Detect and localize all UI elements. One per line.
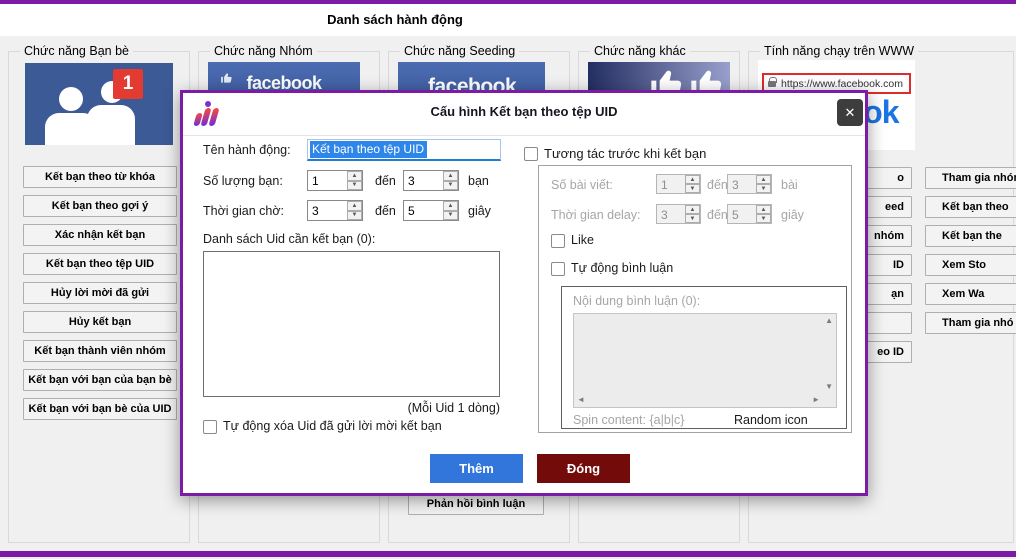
wait-from-stepper[interactable]: 3 ▲▼ — [307, 200, 363, 221]
config-dialog: Cấu hình Kết bạn theo tệp UID ✕ Tên hành… — [180, 90, 868, 496]
groupbox-friends-title: Chức năng Bạn bè — [20, 44, 133, 58]
posts-unit: bài — [781, 178, 798, 192]
groupbox-seeding-title: Chức năng Seeding — [400, 44, 519, 58]
close-button[interactable]: ✕ — [837, 99, 863, 126]
add-button[interactable]: Thêm — [430, 454, 523, 483]
friend-request-image: 1 — [25, 63, 173, 145]
spin-hint: Spin content: {a|b|c} — [573, 413, 684, 427]
action-name-value: Kết bạn theo tệp UID — [310, 141, 427, 158]
close-dialog-button[interactable]: Đóng — [537, 454, 630, 483]
spin-up-icon[interactable]: ▲ — [756, 205, 771, 214]
delay-from-stepper[interactable]: 3 ▲▼ — [656, 204, 701, 224]
interact-before-label: Tương tác trước khi kết bạn — [544, 146, 706, 161]
interact-before-checkbox[interactable] — [524, 147, 538, 161]
button-ket-ban-the[interactable]: Kết bạn the — [925, 225, 1016, 247]
spin-up-icon[interactable]: ▲ — [347, 201, 362, 211]
spin-down-icon[interactable]: ▼ — [347, 211, 362, 221]
button-ket-ban-voi-ban-cua-ban-be[interactable]: Kết bạn với bạn của bạn bè — [23, 369, 177, 391]
delay-label: Thời gian delay: — [551, 208, 641, 222]
spin-down-icon[interactable]: ▼ — [685, 214, 700, 223]
like-label: Like — [571, 233, 594, 247]
bottom-accent-bar — [0, 551, 1016, 557]
random-icon-label: Random icon — [734, 413, 808, 427]
friend-count-label: Số lượng bạn: — [203, 174, 283, 188]
person-icon — [59, 87, 83, 111]
spin-down-icon[interactable]: ▼ — [347, 181, 362, 191]
spin-down-icon[interactable]: ▼ — [756, 214, 771, 223]
to-word: đến — [375, 204, 396, 218]
dialog-title: Cấu hình Kết bạn theo tệp UID — [183, 104, 865, 119]
lock-icon — [768, 81, 776, 87]
posts-label: Số bài viết: — [551, 178, 613, 192]
comment-label: Nội dung bình luận (0): — [573, 294, 700, 308]
scroll-right-icon[interactable]: ► — [812, 396, 820, 404]
wait-unit: giây — [468, 204, 491, 218]
button-ket-ban-voi-ban-be-cua-uid[interactable]: Kết bạn với bạn bè của UID — [23, 398, 177, 420]
auto-delete-checkbox[interactable] — [203, 420, 217, 434]
wait-to-stepper[interactable]: 5 ▲▼ — [403, 200, 459, 221]
spin-up-icon[interactable]: ▲ — [347, 171, 362, 181]
button-ket-ban-theo-tu-khoa[interactable]: Kết bạn theo từ khóa — [23, 166, 177, 188]
button-xac-nhan-ket-ban[interactable]: Xác nhận kết bạn — [23, 224, 177, 246]
posts-to-stepper[interactable]: 3 ▲▼ — [727, 174, 772, 194]
groupbox-www-title: Tính năng chạy trên WWW — [760, 44, 918, 58]
comment-groupbox: Nội dung bình luận (0): ▲ ▼ ◄ ► Spin con… — [561, 286, 847, 429]
comment-textarea[interactable]: ▲ ▼ ◄ ► — [573, 313, 837, 408]
button-phan-hoi-binh-luan[interactable]: Phản hồi bình luận — [408, 493, 544, 515]
action-name-label: Tên hành động: — [203, 143, 291, 157]
button-tham-gia-nhom[interactable]: Tham gia nhóm — [925, 167, 1016, 189]
auto-delete-label: Tự động xóa Uid đã gửi lời mời kết bạn — [223, 419, 442, 433]
uid-hint: (Mỗi Uid 1 dòng) — [203, 401, 500, 415]
spin-down-icon[interactable]: ▼ — [443, 181, 458, 191]
to-word: đến — [707, 208, 728, 222]
page-title: Danh sách hành động — [0, 12, 790, 27]
auto-comment-checkbox[interactable] — [551, 262, 565, 276]
scroll-down-icon[interactable]: ▼ — [825, 383, 833, 391]
button-ket-ban-theo[interactable]: Kết bạn theo — [925, 196, 1016, 218]
friend-unit: bạn — [468, 174, 489, 188]
groupbox-khac-title: Chức năng khác — [590, 44, 690, 58]
button-xem-story[interactable]: Xem Sto — [925, 254, 1016, 276]
action-name-input[interactable]: Kết bạn theo tệp UID — [307, 139, 501, 161]
person-body-icon — [45, 113, 97, 145]
scroll-up-icon[interactable]: ▲ — [825, 317, 833, 325]
like-checkbox[interactable] — [551, 234, 565, 248]
scroll-left-icon[interactable]: ◄ — [577, 396, 585, 404]
spin-down-icon[interactable]: ▼ — [443, 211, 458, 221]
delay-unit: giây — [781, 208, 804, 222]
uid-list-textarea[interactable] — [203, 251, 500, 397]
to-word: đến — [375, 174, 396, 188]
button-ket-ban-theo-goi-y[interactable]: Kết bạn theo gợi ý — [23, 195, 177, 217]
friend-count-to-stepper[interactable]: 3 ▲▼ — [403, 170, 459, 191]
spin-up-icon[interactable]: ▲ — [756, 175, 771, 184]
button-ket-ban-theo-tep-uid[interactable]: Kết bạn theo tệp UID — [23, 253, 177, 275]
delay-to-stepper[interactable]: 5 ▲▼ — [727, 204, 772, 224]
url-text: https://www.facebook.com — [781, 78, 903, 90]
friend-count-from-stepper[interactable]: 1 ▲▼ — [307, 170, 363, 191]
spin-up-icon[interactable]: ▲ — [443, 171, 458, 181]
spin-up-icon[interactable]: ▲ — [685, 205, 700, 214]
spin-up-icon[interactable]: ▲ — [685, 175, 700, 184]
spin-down-icon[interactable]: ▼ — [685, 184, 700, 193]
notification-badge: 1 — [113, 69, 143, 99]
thumb-up-icon — [220, 71, 234, 85]
button-huy-ket-ban[interactable]: Hủy kết bạn — [23, 311, 177, 333]
groupbox-nhom-title: Chức năng Nhóm — [210, 44, 317, 58]
auto-comment-label: Tự động bình luận — [571, 261, 673, 275]
to-word: đến — [707, 178, 728, 192]
spin-up-icon[interactable]: ▲ — [443, 201, 458, 211]
posts-from-stepper[interactable]: 1 ▲▼ — [656, 174, 701, 194]
spin-down-icon[interactable]: ▼ — [756, 184, 771, 193]
title-separator — [183, 135, 865, 136]
uid-list-label: Danh sách Uid cần kết bạn (0): — [203, 232, 375, 246]
button-ket-ban-thanh-vien-nhom[interactable]: Kết bạn thành viên nhóm — [23, 340, 177, 362]
button-huy-loi-moi-da-gui[interactable]: Hủy lời mời đã gửi — [23, 282, 177, 304]
button-xem-wall[interactable]: Xem Wa — [925, 283, 1016, 305]
button-tham-gia-nho[interactable]: Tham gia nhó — [925, 312, 1016, 334]
wait-label: Thời gian chờ: — [203, 204, 284, 218]
interact-groupbox: Số bài viết: 1 ▲▼ đến 3 ▲▼ bài Thời gian… — [538, 165, 852, 433]
